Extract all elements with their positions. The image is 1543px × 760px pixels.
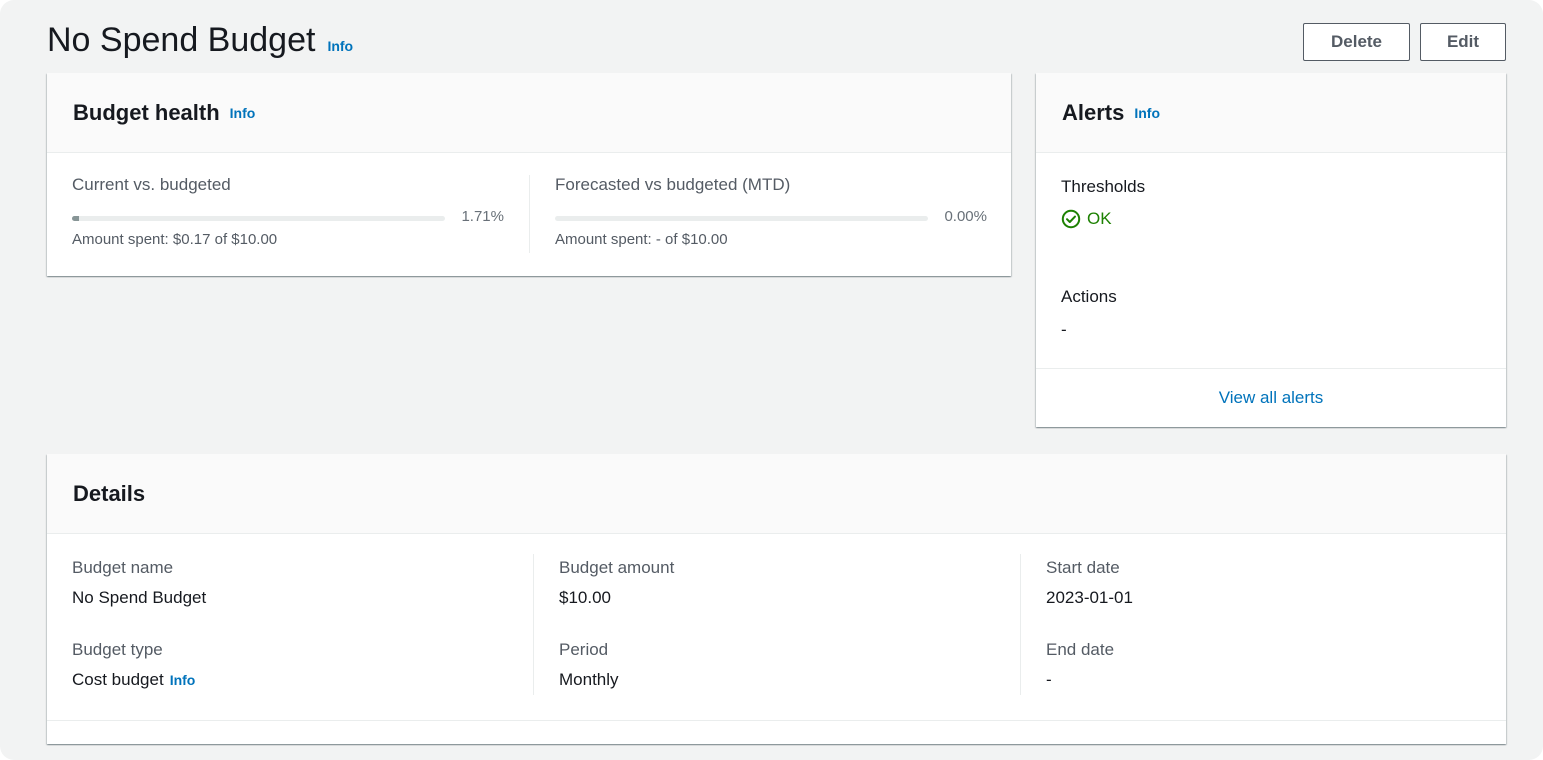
check-circle-icon <box>1061 209 1081 229</box>
health-divider <box>529 175 530 253</box>
budget-type-info-link[interactable]: Info <box>170 672 196 688</box>
forecasted-percent: 0.00% <box>944 208 987 225</box>
thresholds-status-text: OK <box>1087 209 1112 228</box>
period-value: Monthly <box>559 670 619 689</box>
end-date-value: - <box>1046 670 1052 689</box>
thresholds-status: OK <box>1061 209 1112 229</box>
page-info-link[interactable]: Info <box>327 24 353 68</box>
details-divider-2 <box>1020 554 1021 695</box>
alerts-footer: View all alerts <box>1036 368 1506 427</box>
budget-type-value: Cost budget Info <box>72 670 195 690</box>
current-percent: 1.71% <box>461 208 504 225</box>
forecasted-amount-spent: Amount spent: - of $10.00 <box>555 231 728 248</box>
alerts-card: Alerts Info Thresholds OK Actions - View… <box>1036 73 1506 427</box>
details-title: Details <box>73 480 146 506</box>
alerts-info-link[interactable]: Info <box>1134 105 1160 121</box>
start-date-label: Start date <box>1046 558 1120 577</box>
budget-health-info-link[interactable]: Info <box>230 105 256 121</box>
details-card: Details Budget name No Spend Budget Budg… <box>47 454 1506 744</box>
budget-amount-label: Budget amount <box>559 558 675 577</box>
page-title-text: No Spend Budget <box>47 21 316 59</box>
page-title: No Spend Budget Info <box>47 18 353 68</box>
budget-health-header: Budget health Info <box>47 73 1011 153</box>
budget-name-value: No Spend Budget <box>72 588 207 607</box>
end-date-label: End date <box>1046 640 1115 659</box>
alerts-title: Alerts <box>1062 99 1125 125</box>
thresholds-label: Thresholds <box>1061 177 1146 196</box>
forecasted-progress-bar <box>555 216 928 221</box>
delete-button[interactable]: Delete <box>1303 23 1410 61</box>
budget-health-title: Budget health <box>73 99 220 125</box>
forecasted-vs-budgeted-label: Forecasted vs budgeted (MTD) <box>555 175 791 194</box>
current-amount-spent: Amount spent: $0.17 of $10.00 <box>72 231 278 248</box>
start-date-value: 2023-01-01 <box>1046 588 1133 607</box>
actions-label: Actions <box>1061 287 1117 306</box>
page: No Spend Budget Info Delete Edit Budget … <box>0 0 1543 760</box>
budget-amount-value: $10.00 <box>559 588 611 607</box>
edit-button[interactable]: Edit <box>1420 23 1506 61</box>
budget-health-card: Budget health Info Current vs. budgeted … <box>47 73 1011 276</box>
period-label: Period <box>559 640 609 659</box>
budget-name-label: Budget name <box>72 558 174 577</box>
details-header: Details <box>47 454 1506 534</box>
budget-type-text: Cost budget <box>72 670 164 689</box>
details-footer-divider <box>47 720 1506 721</box>
current-vs-budgeted-label: Current vs. budgeted <box>72 175 231 194</box>
actions-value: - <box>1061 320 1067 339</box>
current-progress-fill <box>72 216 80 221</box>
details-divider-1 <box>533 554 534 695</box>
alerts-header: Alerts Info <box>1036 73 1506 153</box>
budget-type-label: Budget type <box>72 640 163 659</box>
view-all-alerts-link[interactable]: View all alerts <box>1219 388 1324 408</box>
current-progress-bar <box>72 216 445 221</box>
